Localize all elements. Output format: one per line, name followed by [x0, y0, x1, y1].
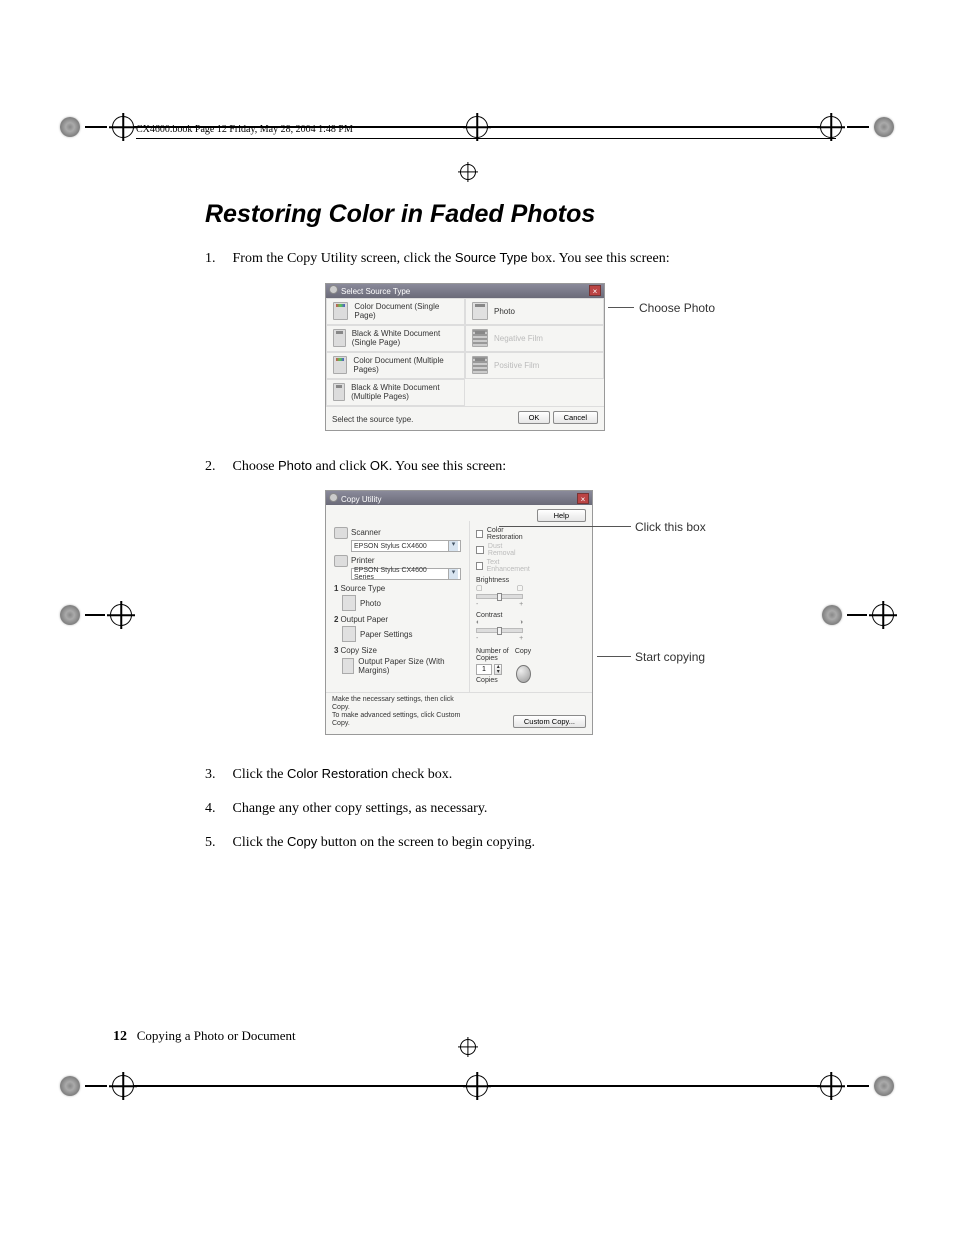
copies-label: Number of Copies — [476, 648, 515, 662]
copies-spinner[interactable]: ▴▾ — [494, 664, 502, 675]
app-icon — [329, 493, 338, 502]
printer-combo[interactable]: EPSON Stylus CX4600 Series▾ — [351, 568, 461, 580]
page-footer: 12 Copying a Photo or Document — [113, 1028, 296, 1045]
copy-label: Copy — [515, 648, 531, 662]
cancel-button[interactable]: Cancel — [553, 411, 598, 424]
option-bw-single[interactable]: Black & White Document (Single Page) — [326, 325, 465, 352]
high-contrast-icon: ◑ — [519, 619, 523, 626]
callout-click-box: Click this box — [635, 520, 706, 534]
ok-button[interactable]: OK — [518, 411, 551, 424]
scanner-icon — [334, 527, 348, 539]
printer-icon — [334, 555, 348, 567]
dialog1-titlebar: Select Source Type × — [326, 284, 604, 298]
app-icon — [329, 285, 338, 294]
crosshair-icon — [460, 164, 476, 180]
option-color-single[interactable]: Color Document (Single Page) — [326, 298, 465, 325]
output-paper-button[interactable]: Paper Settings — [342, 626, 461, 642]
callout-choose-photo: Choose Photo — [639, 301, 715, 315]
chevron-down-icon: ▾ — [448, 541, 458, 551]
footer-note: Make the necessary settings, then click … — [332, 696, 472, 728]
custom-copy-button[interactable]: Custom Copy... — [513, 715, 586, 728]
page-heading: Restoring Color in Faded Photos — [205, 200, 780, 229]
dim-icon: ▢ — [476, 584, 483, 592]
step-list-2: 2. Choose Photo and click OK. You see th… — [205, 457, 780, 477]
scanner-combo[interactable]: EPSON Stylus CX4600▾ — [351, 540, 461, 552]
source-type-button[interactable]: Photo — [342, 595, 461, 611]
step-1: 1. From the Copy Utility screen, click t… — [205, 249, 780, 269]
page-footer-text: Copying a Photo or Document — [137, 1028, 296, 1043]
page-content: Restoring Color in Faded Photos 1. From … — [205, 200, 780, 866]
option-bw-multi[interactable]: Black & White Document (Multiple Pages) — [326, 379, 465, 406]
low-contrast-icon: ◐ — [476, 619, 480, 626]
running-header: CX4600.book Page 12 Friday, May 28, 2004… — [136, 124, 353, 135]
brightness-slider[interactable] — [476, 594, 523, 599]
text-enhancement-checkbox: Text Enhancement — [476, 559, 531, 573]
output-paper-section: 2Output Paper — [334, 615, 461, 624]
photo-icon — [342, 595, 356, 611]
brightness-label: Brightness — [476, 577, 531, 584]
step-2: 2. Choose Photo and click OK. You see th… — [205, 457, 780, 477]
option-positive-film: Positive Film — [465, 352, 604, 379]
resize-icon — [342, 658, 354, 674]
bright-icon: ▢ — [517, 584, 524, 592]
close-icon[interactable]: × — [577, 493, 589, 504]
chevron-down-icon: ▾ — [448, 569, 458, 579]
option-photo[interactable]: Photo — [465, 298, 604, 325]
scanner-row: Scanner EPSON Stylus CX4600▾ — [334, 527, 461, 552]
option-color-multi[interactable]: Color Document (Multiple Pages) — [326, 352, 465, 379]
page-number: 12 — [113, 1029, 127, 1044]
dust-removal-checkbox: Dust Removal — [476, 543, 531, 557]
crop-marks-left — [60, 604, 132, 626]
source-type-section: 1Source Type — [334, 584, 461, 593]
contrast-slider[interactable] — [476, 628, 523, 633]
copy-size-button[interactable]: Output Paper Size (With Margins) — [342, 657, 461, 675]
copy-size-section: 3Copy Size — [334, 646, 461, 655]
step-list-3: 3. Click the Color Restoration check box… — [205, 765, 780, 852]
dialog2-titlebar: Copy Utility × — [326, 491, 592, 505]
copies-input[interactable] — [476, 664, 492, 675]
close-icon[interactable]: × — [589, 285, 601, 296]
step-3: 3. Click the Color Restoration check box… — [205, 765, 780, 785]
copy-button[interactable] — [516, 665, 531, 683]
step-5: 5. Click the Copy button on the screen t… — [205, 833, 780, 853]
option-negative-film: Negative Film — [465, 325, 604, 352]
callout-start-copying: Start copying — [635, 650, 705, 664]
dialog2-title: Copy Utility — [341, 495, 381, 504]
step-list: 1. From the Copy Utility screen, click t… — [205, 249, 780, 269]
paper-icon — [342, 626, 356, 642]
crop-marks-bottom — [60, 1075, 894, 1097]
step-4: 4. Change any other copy settings, as ne… — [205, 799, 780, 819]
select-source-type-dialog: Select Source Type × Color Document (Sin… — [325, 283, 605, 431]
dialog1-hint: Select the source type. — [332, 415, 413, 424]
help-button[interactable]: Help — [537, 509, 586, 522]
contrast-label: Contrast — [476, 612, 531, 619]
printer-row: Printer EPSON Stylus CX4600 Series▾ — [334, 555, 461, 580]
crop-marks-right — [822, 604, 894, 626]
crosshair-icon — [460, 1039, 476, 1055]
dialog1-title: Select Source Type — [341, 287, 410, 296]
color-restoration-checkbox[interactable]: Color Restoration — [476, 527, 531, 541]
